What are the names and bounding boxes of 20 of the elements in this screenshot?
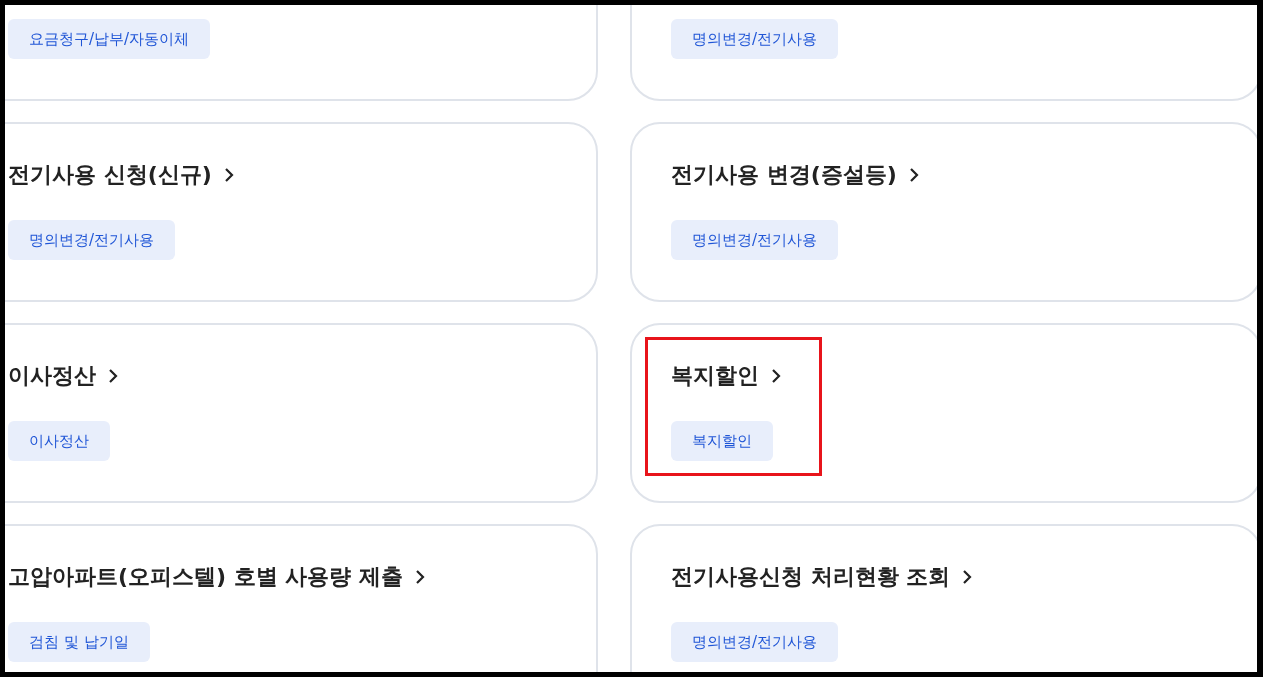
category-tag[interactable]: 이사정산 bbox=[8, 421, 110, 461]
category-tag[interactable]: 명의변경/전기사용 bbox=[8, 220, 176, 260]
card-title-link[interactable]: 전기사용 신청(신규) bbox=[8, 160, 234, 190]
category-tag[interactable]: 복지할인 bbox=[671, 421, 773, 461]
category-tag[interactable]: 명의변경/전기사용 bbox=[671, 220, 839, 260]
category-tag[interactable]: 검침 및 납기일 bbox=[8, 622, 150, 662]
card-title-link[interactable]: 이사정산 bbox=[8, 361, 118, 391]
chevron-right-icon bbox=[415, 569, 426, 585]
card-title-link[interactable]: 전기사용신청 처리현황 조회 bbox=[671, 562, 973, 592]
card-title-link[interactable]: 복지할인 bbox=[671, 361, 781, 391]
card-title-link[interactable]: 고압아파트(오피스텔) 호별 사용량 제출 bbox=[8, 562, 426, 592]
chevron-right-icon bbox=[962, 569, 973, 585]
category-tag[interactable]: 요금청구/납부/자동이체 bbox=[8, 19, 211, 59]
chevron-right-icon bbox=[908, 167, 919, 183]
chevron-right-icon bbox=[223, 167, 234, 183]
category-tag[interactable]: 명의변경/전기사용 bbox=[671, 622, 839, 662]
category-tag[interactable]: 명의변경/전기사용 bbox=[671, 19, 839, 59]
chevron-right-icon bbox=[108, 368, 118, 384]
chevron-right-icon bbox=[771, 368, 781, 384]
card-title-link[interactable]: 전기사용 변경(증설등) bbox=[671, 160, 919, 190]
